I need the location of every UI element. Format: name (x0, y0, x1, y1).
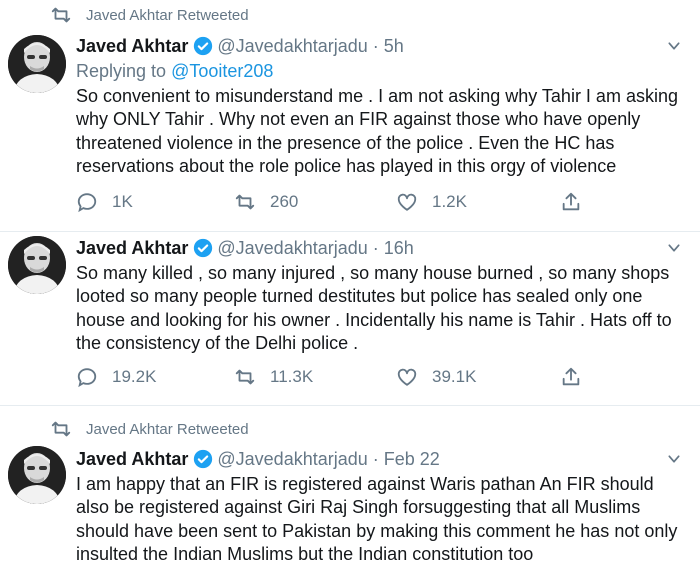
tweet-actions: 1K 260 1.2K (76, 190, 686, 214)
share-icon (562, 192, 580, 211)
like-button[interactable]: 39.1K (396, 366, 560, 388)
chevron-down-icon[interactable] (666, 451, 682, 467)
retweet-icon (235, 369, 255, 385)
separator: · (372, 237, 379, 258)
tweet[interactable]: Javed Akhtar @Javedakhtarjadu · 16h So m… (0, 232, 700, 406)
retweeted-by-label: Javed Akhtar Retweeted (86, 420, 249, 438)
user-handle[interactable]: @Javedakhtarjadu (217, 36, 367, 57)
display-name[interactable]: Javed Akhtar (76, 238, 188, 259)
heart-icon (397, 368, 417, 386)
avatar-image (8, 236, 66, 294)
chevron-down-icon[interactable] (666, 38, 682, 54)
retweet-button[interactable]: 260 (234, 191, 396, 213)
retweet-icon (51, 7, 71, 23)
avatar-image (8, 35, 66, 93)
share-button[interactable] (560, 366, 596, 388)
avatar[interactable] (8, 446, 66, 504)
retweeted-by-label: Javed Akhtar Retweeted (86, 6, 249, 24)
replying-to-label: Replying to (76, 61, 167, 81)
like-count: 39.1K (432, 367, 477, 386)
timestamp[interactable]: Feb 22 (384, 449, 440, 470)
tweet-header: Javed Akhtar @Javedakhtarjadu · 5h (76, 34, 686, 58)
verified-badge-icon (194, 449, 213, 469)
retweet-icon (235, 194, 255, 210)
tweet[interactable]: Javed Akhtar Retweeted Javed Akhtar @Jav… (0, 0, 700, 232)
tweet-text: I am happy that an FIR is registered aga… (76, 474, 678, 565)
display-name[interactable]: Javed Akhtar (76, 36, 188, 57)
reply-icon (77, 368, 97, 388)
user-handle[interactable]: @Javedakhtarjadu (217, 238, 367, 259)
tweet-header: Javed Akhtar @Javedakhtarjadu · 16h (76, 236, 686, 260)
like-button[interactable]: 1.2K (396, 191, 560, 213)
retweet-button[interactable]: 11.3K (234, 366, 396, 388)
user-handle[interactable]: @Javedakhtarjadu (217, 449, 367, 470)
tweet-header: Javed Akhtar @Javedakhtarjadu · Feb 22 (76, 447, 686, 471)
retweeted-by-line[interactable]: Javed Akhtar Retweeted (50, 419, 249, 439)
tweet[interactable]: Javed Akhtar Retweeted Javed Akhtar @Jav… (0, 406, 700, 574)
chevron-down-icon[interactable] (666, 240, 682, 256)
tweet-actions: 19.2K 11.3K 39.1K (76, 365, 686, 389)
separator: · (372, 448, 379, 469)
display-name[interactable]: Javed Akhtar (76, 449, 188, 470)
avatar-image (8, 446, 66, 504)
verified-badge-icon (194, 36, 213, 56)
tweet-text: So convenient to misunderstand me . I am… (76, 86, 678, 177)
tweet-text: So many killed , so many injured , so ma… (76, 263, 672, 354)
avatar[interactable] (8, 35, 66, 93)
reply-button[interactable]: 1K (76, 191, 234, 213)
avatar[interactable] (8, 236, 66, 294)
replying-to: Replying to @Tooiter208 (76, 61, 273, 82)
retweeted-by-line[interactable]: Javed Akhtar Retweeted (50, 5, 249, 25)
retweet-count: 11.3K (270, 367, 314, 386)
verified-badge-icon (194, 238, 213, 258)
retweet-count: 260 (270, 192, 299, 211)
retweet-icon (51, 421, 71, 437)
replying-to-handle[interactable]: @Tooiter208 (171, 61, 273, 81)
heart-icon (397, 193, 417, 211)
like-count: 1.2K (432, 192, 467, 211)
timestamp[interactable]: 5h (384, 36, 404, 57)
reply-count: 19.2K (112, 367, 157, 386)
reply-icon (77, 193, 97, 213)
share-button[interactable] (560, 191, 596, 213)
timestamp[interactable]: 16h (384, 238, 414, 259)
separator: · (372, 35, 379, 56)
reply-button[interactable]: 19.2K (76, 366, 234, 388)
reply-count: 1K (112, 192, 133, 211)
share-icon (562, 367, 580, 386)
